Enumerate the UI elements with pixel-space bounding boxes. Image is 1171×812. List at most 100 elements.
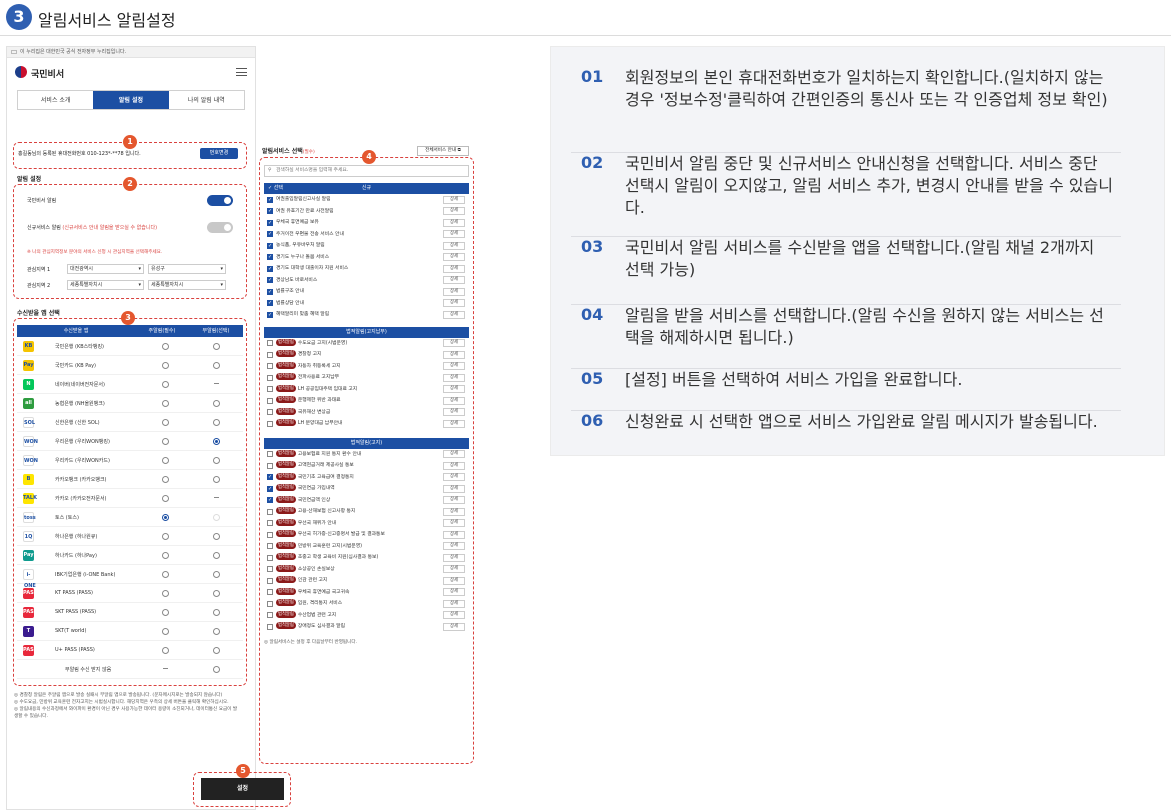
sub-alert-radio[interactable] xyxy=(213,400,220,407)
service-checkbox[interactable] xyxy=(267,420,273,427)
detail-button[interactable]: 상세 xyxy=(443,473,465,481)
sub-alert-radio[interactable] xyxy=(213,438,220,445)
detail-button[interactable]: 상세 xyxy=(443,385,465,393)
detail-button[interactable]: 상세 xyxy=(443,599,465,608)
detail-button[interactable]: 상세 xyxy=(443,542,465,550)
service-checkbox[interactable] xyxy=(267,554,273,561)
main-alert-radio[interactable] xyxy=(162,590,169,597)
service-checkbox[interactable] xyxy=(267,520,273,526)
detail-button[interactable]: 상세 xyxy=(443,519,465,527)
service-checkbox[interactable] xyxy=(267,600,273,607)
detail-button[interactable]: 상세 xyxy=(443,496,465,504)
service-checkbox[interactable] xyxy=(267,451,273,457)
service-checkbox[interactable] xyxy=(267,195,273,206)
main-alert-radio[interactable] xyxy=(162,343,169,350)
main-alert-radio[interactable] xyxy=(162,628,169,635)
detail-button[interactable]: 상세 xyxy=(443,622,465,631)
service-checkbox[interactable] xyxy=(267,229,273,241)
service-checkbox[interactable] xyxy=(267,340,273,346)
detail-button[interactable]: 상세 xyxy=(443,565,465,573)
service-checkbox[interactable] xyxy=(267,472,273,484)
main-alert-radio[interactable] xyxy=(162,438,169,445)
detail-button[interactable]: 상세 xyxy=(443,207,465,215)
service-checkbox[interactable] xyxy=(267,566,273,572)
service-checkbox[interactable] xyxy=(267,287,273,298)
main-alert-radio[interactable] xyxy=(162,400,169,407)
detail-button[interactable]: 상세 xyxy=(443,461,465,470)
detail-button[interactable]: 상세 xyxy=(443,553,465,562)
service-checkbox[interactable] xyxy=(267,612,273,618)
service-checkbox[interactable] xyxy=(267,374,273,381)
service-checkbox[interactable] xyxy=(267,218,273,229)
sub-alert-radio[interactable] xyxy=(213,647,220,654)
all-services-button[interactable]: 전체서비스 안내 ⧉ xyxy=(417,146,469,156)
main-alert-radio[interactable] xyxy=(162,457,169,464)
detail-button[interactable]: 상세 xyxy=(443,396,465,405)
region1-district-select[interactable]: 유성구 xyxy=(148,264,226,274)
service-checkbox[interactable] xyxy=(267,351,273,358)
service-checkbox[interactable] xyxy=(267,409,273,415)
detail-button[interactable]: 상세 xyxy=(443,276,465,284)
sub-alert-radio[interactable] xyxy=(213,343,220,350)
detail-button[interactable]: 상세 xyxy=(443,253,465,261)
main-alert-radio[interactable] xyxy=(162,419,169,426)
service-checkbox[interactable] xyxy=(267,264,273,275)
detail-button[interactable]: 상세 xyxy=(443,588,465,596)
detail-button[interactable]: 상세 xyxy=(443,195,465,204)
main-alert-radio[interactable] xyxy=(162,362,169,369)
detail-button[interactable]: 상세 xyxy=(443,299,465,307)
main-alert-radio[interactable] xyxy=(162,476,169,483)
service-checkbox[interactable] xyxy=(267,543,273,549)
detail-button[interactable]: 상세 xyxy=(443,339,465,347)
service-checkbox[interactable] xyxy=(267,577,273,584)
sub-alert-radio[interactable] xyxy=(213,362,220,369)
sub-alert-radio[interactable] xyxy=(213,457,220,464)
phone-change-button[interactable]: 번호변경 xyxy=(200,148,238,159)
detail-button[interactable]: 상세 xyxy=(443,362,465,370)
detail-button[interactable]: 상세 xyxy=(443,287,465,296)
alert-toggle-on[interactable] xyxy=(207,195,233,206)
service-checkbox[interactable] xyxy=(267,462,273,469)
service-checkbox[interactable] xyxy=(267,508,273,515)
new-service-toggle-off[interactable] xyxy=(207,222,233,233)
main-alert-radio[interactable] xyxy=(162,571,169,578)
region2-district-select[interactable]: 세종특별자치시 xyxy=(148,280,226,290)
service-search-input[interactable]: ⚲ 검색하실 서비스명을 입력해 주세요. xyxy=(264,165,469,177)
service-checkbox[interactable] xyxy=(267,495,273,507)
region1-city-select[interactable]: 대전광역시 xyxy=(67,264,144,274)
detail-button[interactable]: 상세 xyxy=(443,373,465,382)
detail-button[interactable]: 상세 xyxy=(443,350,465,359)
sub-alert-radio[interactable] xyxy=(213,609,220,616)
sub-alert-radio[interactable] xyxy=(213,533,220,540)
detail-button[interactable]: 상세 xyxy=(443,218,465,227)
detail-button[interactable]: 상세 xyxy=(443,507,465,516)
main-alert-radio[interactable] xyxy=(162,609,169,616)
set-button[interactable]: 설정 xyxy=(201,778,284,800)
service-checkbox[interactable] xyxy=(267,298,273,310)
sub-alert-radio[interactable] xyxy=(213,552,220,559)
service-checkbox[interactable] xyxy=(267,275,273,287)
service-checkbox[interactable] xyxy=(267,310,273,321)
sub-alert-radio[interactable] xyxy=(213,476,220,483)
service-checkbox[interactable] xyxy=(267,397,273,404)
service-checkbox[interactable] xyxy=(267,623,273,630)
detail-button[interactable]: 상세 xyxy=(443,484,465,493)
main-alert-radio[interactable] xyxy=(162,533,169,540)
detail-button[interactable]: 상세 xyxy=(443,408,465,416)
sub-alert-radio[interactable] xyxy=(213,628,220,635)
region2-city-select[interactable]: 세종특별자치시 xyxy=(67,280,144,290)
detail-button[interactable]: 상세 xyxy=(443,450,465,458)
sub-alert-radio[interactable] xyxy=(213,571,220,578)
detail-button[interactable]: 상세 xyxy=(443,264,465,273)
sub-alert-radio[interactable] xyxy=(213,419,220,426)
main-alert-radio[interactable] xyxy=(162,552,169,559)
detail-button[interactable]: 상세 xyxy=(443,576,465,585)
main-alert-radio[interactable] xyxy=(162,647,169,654)
service-checkbox[interactable] xyxy=(267,589,273,595)
detail-button[interactable]: 상세 xyxy=(443,419,465,428)
sub-alert-radio[interactable] xyxy=(213,666,220,673)
main-alert-radio[interactable] xyxy=(162,381,169,388)
service-checkbox[interactable] xyxy=(267,484,273,495)
sub-alert-radio[interactable] xyxy=(213,590,220,597)
main-alert-radio[interactable] xyxy=(162,495,169,502)
